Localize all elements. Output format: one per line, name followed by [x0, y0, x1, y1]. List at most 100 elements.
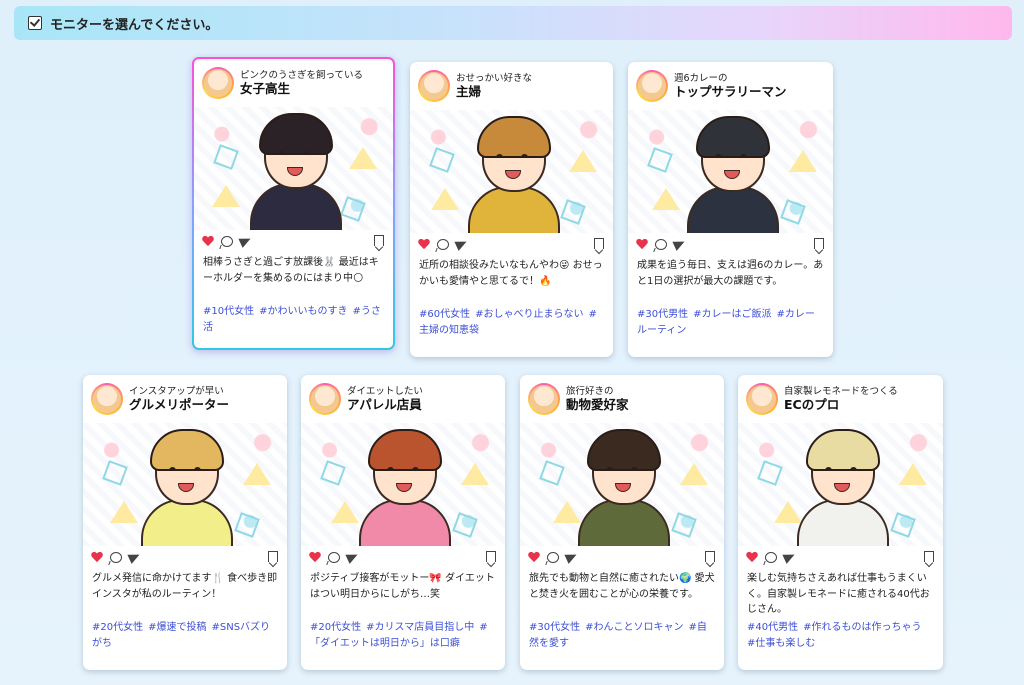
hashtag: #30代男性: [637, 309, 689, 320]
hashtag: #作れるものは作っちゃう: [803, 622, 922, 633]
monitor-name: 動物愛好家: [566, 397, 629, 413]
avatar: [418, 70, 450, 102]
hashtag-list: #20代女性 #カリスマ店員目指し中 #「ダイエットは明日から」は口癖: [301, 615, 505, 652]
monitor-description: 相棒うさぎと過ごす放課後🐰 最近はキーホルダーを集めるのにはまり中🌕: [203, 257, 379, 284]
share-icon[interactable]: [127, 550, 142, 564]
hashtag: #40代男性: [747, 622, 799, 633]
share-icon[interactable]: [454, 237, 469, 251]
bookmark-icon[interactable]: [924, 551, 934, 562]
share-icon[interactable]: [238, 234, 253, 248]
bookmark-icon[interactable]: [705, 551, 715, 562]
bookmark-icon[interactable]: [374, 235, 384, 246]
monitor-card[interactable]: 週6カレーの トップサラリーマン 成果を追う毎日、支えは週6のカレー。あと1日の…: [628, 62, 833, 357]
monitor-illustration: [194, 107, 393, 230]
share-icon[interactable]: [672, 237, 687, 251]
share-icon[interactable]: [782, 550, 797, 564]
monitor-card[interactable]: 旅行好きの 動物愛好家 旅先でも動物と自然に癒されたい🌍 愛犬と焚き火を囲むこと…: [520, 375, 724, 670]
monitor-subtitle: 自家製レモネードをつくる: [784, 385, 898, 397]
hashtag: #カリスマ店員目指し中: [366, 622, 475, 633]
avatar: [636, 70, 668, 102]
monitor-subtitle: インスタアップが早い: [129, 385, 224, 397]
hashtag: #おしゃべり止まらない: [475, 309, 584, 320]
share-icon[interactable]: [564, 550, 579, 564]
heart-icon[interactable]: [202, 236, 214, 247]
card-header: ピンクのうさぎを飼っている 女子高生: [194, 59, 393, 107]
avatar: [528, 383, 560, 415]
hashtag: #60代女性: [419, 309, 471, 320]
monitor-description: 楽しむ気持ちさえあれば仕事もうまくいく。自家製レモネードに癒される40代おじさん…: [747, 573, 930, 615]
hashtag: #わんことソロキャン: [585, 622, 684, 633]
monitor-card[interactable]: インスタアップが早い グルメリポーター グルメ発信に命かけてます🍴 食べ歩き即イ…: [83, 375, 287, 670]
monitor-subtitle: 旅行好きの: [566, 385, 614, 397]
bookmark-icon[interactable]: [268, 551, 278, 562]
monitor-name: 主婦: [456, 84, 482, 100]
hashtag: #爆速で投稿: [148, 622, 207, 633]
hashtag-list: #10代女性 #かわいいものすき #うさ活: [194, 299, 393, 336]
checkbox-icon: [28, 16, 42, 30]
monitor-subtitle: ピンクのうさぎを飼っている: [240, 69, 364, 81]
avatar: [202, 67, 234, 99]
card-actions: [301, 546, 505, 568]
hashtag: #かわいいものすき: [259, 306, 348, 317]
heart-icon[interactable]: [528, 552, 540, 563]
comment-icon[interactable]: [221, 235, 233, 247]
card-actions: [83, 546, 287, 568]
heart-icon[interactable]: [91, 552, 103, 563]
monitor-illustration: [301, 423, 505, 546]
monitor-card[interactable]: 自家製レモネードをつくる ECのプロ 楽しむ気持ちさえあれば仕事もうまくいく。自…: [738, 375, 943, 670]
monitor-illustration: [738, 423, 943, 546]
monitor-illustration: [410, 110, 613, 233]
avatar: [91, 383, 123, 415]
monitor-name: トップサラリーマン: [674, 84, 787, 100]
monitor-name: グルメリポーター: [129, 397, 230, 413]
hashtag: #20代女性: [310, 622, 362, 633]
card-header: インスタアップが早い グルメリポーター: [83, 375, 287, 423]
monitor-card[interactable]: ダイエットしたい アパレル店員 ポジティブ接客がモットー🎀 ダイエットはつい明日…: [301, 375, 505, 670]
share-icon[interactable]: [345, 550, 360, 564]
monitor-card[interactable]: おせっかい好きな 主婦 近所の相談役みたいなもんやわ😜 おせっかいも愛情やと思て…: [410, 62, 613, 357]
monitor-subtitle: ダイエットしたい: [347, 385, 423, 397]
hashtag: #カレーはご飯派: [693, 309, 772, 320]
monitor-illustration: [83, 423, 287, 546]
hashtag-list: #60代女性 #おしゃべり止まらない #主婦の知恵袋: [410, 302, 613, 339]
bookmark-icon[interactable]: [486, 551, 496, 562]
hashtag: #仕事も楽しむ: [747, 638, 816, 649]
card-actions: [628, 233, 833, 255]
monitor-subtitle: おせっかい好きな: [456, 72, 533, 84]
card-actions: [520, 546, 724, 568]
avatar: [746, 383, 778, 415]
comment-icon[interactable]: [765, 551, 777, 563]
monitor-name: アパレル店員: [347, 397, 422, 413]
card-header-text: ピンクのうさぎを飼っている 女子高生: [240, 70, 363, 96]
monitor-name: 女子高生: [240, 81, 291, 97]
comment-icon[interactable]: [655, 238, 667, 250]
comment-icon[interactable]: [437, 238, 449, 250]
bookmark-icon[interactable]: [594, 238, 604, 249]
monitor-name: ECのプロ: [784, 397, 840, 413]
card-header: 旅行好きの 動物愛好家: [520, 375, 724, 423]
monitor-card[interactable]: ピンクのうさぎを飼っている 女子高生 相棒うさぎと過ごす放課後🐰 最近はキーホル…: [192, 57, 395, 350]
heart-icon[interactable]: [418, 239, 430, 250]
monitor-description: 成果を追う毎日、支えは週6のカレー。あと1日の選択が最大の課題です。: [637, 260, 824, 287]
comment-icon[interactable]: [547, 551, 559, 563]
card-header: 自家製レモネードをつくる ECのプロ: [738, 375, 943, 423]
card-header: おせっかい好きな 主婦: [410, 62, 613, 110]
heart-icon[interactable]: [309, 552, 321, 563]
card-header-text: 旅行好きの 動物愛好家: [566, 386, 629, 412]
card-actions: [410, 233, 613, 255]
monitor-illustration: [628, 110, 833, 233]
comment-icon[interactable]: [328, 551, 340, 563]
hashtag-list: #30代女性 #わんことソロキャン #自然を愛す: [520, 615, 724, 652]
monitor-description: グルメ発信に命かけてます🍴 食べ歩き即インスタが私のルーティン！: [92, 573, 278, 600]
card-header-text: おせっかい好きな 主婦: [456, 73, 532, 99]
comment-icon[interactable]: [110, 551, 122, 563]
hashtag: #20代女性: [92, 622, 144, 633]
avatar: [309, 383, 341, 415]
card-actions: [194, 230, 393, 252]
heart-icon[interactable]: [746, 552, 758, 563]
heart-icon[interactable]: [636, 239, 648, 250]
hashtag: #30代女性: [529, 622, 581, 633]
monitor-illustration: [520, 423, 724, 546]
hashtag-list: #40代男性 #作れるものは作っちゃう #仕事も楽しむ: [738, 615, 943, 652]
bookmark-icon[interactable]: [814, 238, 824, 249]
